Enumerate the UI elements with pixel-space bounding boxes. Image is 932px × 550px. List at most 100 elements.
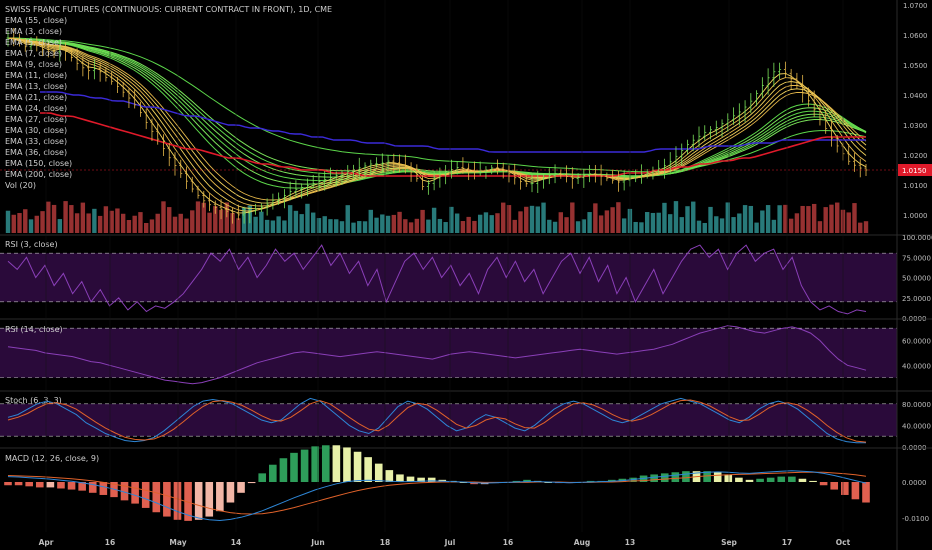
volume-bar: [17, 213, 22, 233]
volume-bar: [437, 218, 443, 233]
volume-bar: [477, 214, 483, 233]
volume-bar: [541, 202, 546, 233]
volume-bar: [397, 211, 402, 233]
macd-histogram-bar: [258, 473, 267, 482]
macd-histogram-bar: [809, 480, 817, 482]
volume-bar: [264, 219, 270, 233]
volume-bar: [11, 214, 16, 233]
price-axis-tick: 1.0600: [903, 32, 928, 40]
macd-axis-tick: -0.0100: [902, 515, 929, 523]
macd-histogram-bar: [713, 472, 722, 482]
volume-bar: [74, 213, 80, 233]
volume-bar: [443, 222, 448, 233]
volume-bar: [593, 203, 598, 233]
volume-bar: [357, 221, 362, 233]
price-axis-tick: 1.0300: [903, 122, 928, 130]
volume-bar: [777, 205, 782, 233]
macd-histogram-bar: [374, 463, 383, 482]
x-axis-tick: 18: [380, 538, 390, 547]
macd-histogram-bar: [99, 482, 108, 495]
volume-bar: [662, 202, 667, 233]
volume-bar: [489, 215, 494, 233]
x-axis-tick: Jun: [310, 538, 324, 547]
price-axis-tick: 1.0000: [903, 212, 928, 220]
volume-bar: [460, 221, 466, 233]
macd-histogram-bar: [682, 471, 690, 482]
macd-histogram-bar: [671, 472, 680, 482]
volume-bar: [691, 201, 696, 233]
volume-bar: [345, 205, 350, 233]
volume-bar: [512, 219, 517, 233]
volume-bar: [466, 216, 471, 233]
rsi3-axis-tick: 25.0000: [902, 295, 931, 303]
legend-entry: EMA (36, close): [5, 148, 67, 157]
volume-bar: [195, 201, 201, 233]
volume-bar: [28, 219, 34, 233]
macd-histogram-bar: [290, 452, 298, 482]
volume-bar: [858, 222, 863, 233]
volume-bar: [172, 216, 178, 233]
macd-histogram-bar: [152, 482, 161, 513]
macd-histogram-bar: [25, 482, 33, 487]
legend-entry: EMA (7, close): [5, 49, 62, 58]
macd-histogram-bar: [343, 447, 351, 482]
rsi3-label: RSI (3, close): [5, 240, 58, 249]
volume-bar: [524, 206, 529, 233]
volume-bar: [765, 205, 771, 233]
legend-entry: EMA (5, close): [5, 38, 62, 47]
volume-bar: [287, 205, 293, 233]
legend-entry: EMA (11, close): [5, 71, 67, 80]
volume-bar: [190, 210, 195, 233]
macd-histogram-bar: [777, 476, 786, 482]
ema-line: [7, 37, 867, 189]
volume-bar: [702, 222, 707, 233]
volume-bar: [334, 219, 339, 233]
volume-bar: [547, 219, 552, 233]
chart-title: SWISS FRANC FUTURES (CONTINUOUS: CURRENT…: [5, 5, 332, 14]
macd-histogram-bar: [279, 458, 288, 482]
volume-bar: [587, 212, 592, 233]
volume-bar: [120, 213, 126, 233]
macd-histogram-bar: [862, 482, 870, 503]
volume-bar: [426, 219, 431, 233]
ema-line: [7, 37, 867, 178]
volume-bar: [380, 214, 385, 233]
volume-bar: [351, 222, 356, 233]
macd-histogram-bar: [321, 445, 330, 482]
volume-bar: [806, 206, 811, 233]
macd-histogram-bar: [332, 445, 341, 482]
macd-histogram-bar: [766, 477, 775, 482]
volume-bar: [282, 220, 287, 233]
macd-histogram-bar: [660, 473, 669, 482]
volume-bar: [771, 219, 777, 233]
macd-histogram-bar: [226, 482, 235, 503]
volume-bar: [800, 205, 805, 233]
volume-bar: [829, 204, 834, 233]
volume-bar: [495, 213, 500, 233]
volume-bar: [644, 212, 650, 233]
volume-bar: [529, 205, 535, 233]
volume-bar: [431, 207, 437, 233]
macd-histogram-bar: [216, 482, 224, 512]
macd-histogram-bar: [798, 478, 807, 482]
volume-bar: [794, 213, 800, 233]
volume-bar: [408, 222, 414, 233]
rsi14-axis-tick: 40.0000: [902, 362, 931, 370]
macd-histogram-bar: [163, 482, 171, 517]
volume-bar: [155, 213, 160, 233]
macd-histogram-bar: [735, 477, 743, 482]
volume-bar: [656, 212, 661, 233]
legend-entry: EMA (150, close): [5, 159, 72, 168]
volume-bar: [748, 205, 754, 233]
ema-line: [7, 37, 867, 185]
x-axis-tick: Aug: [574, 538, 591, 547]
volume-bar: [754, 222, 759, 233]
stoch-axis-tick: 40.0000: [902, 422, 931, 430]
volume-bar: [115, 208, 120, 233]
volume-bar: [621, 218, 627, 233]
volume-bar: [368, 209, 373, 233]
volume-bar: [23, 209, 28, 233]
volume-bar: [305, 203, 310, 233]
volume-bar: [144, 222, 149, 233]
legend-entry: EMA (33, close): [5, 137, 67, 146]
